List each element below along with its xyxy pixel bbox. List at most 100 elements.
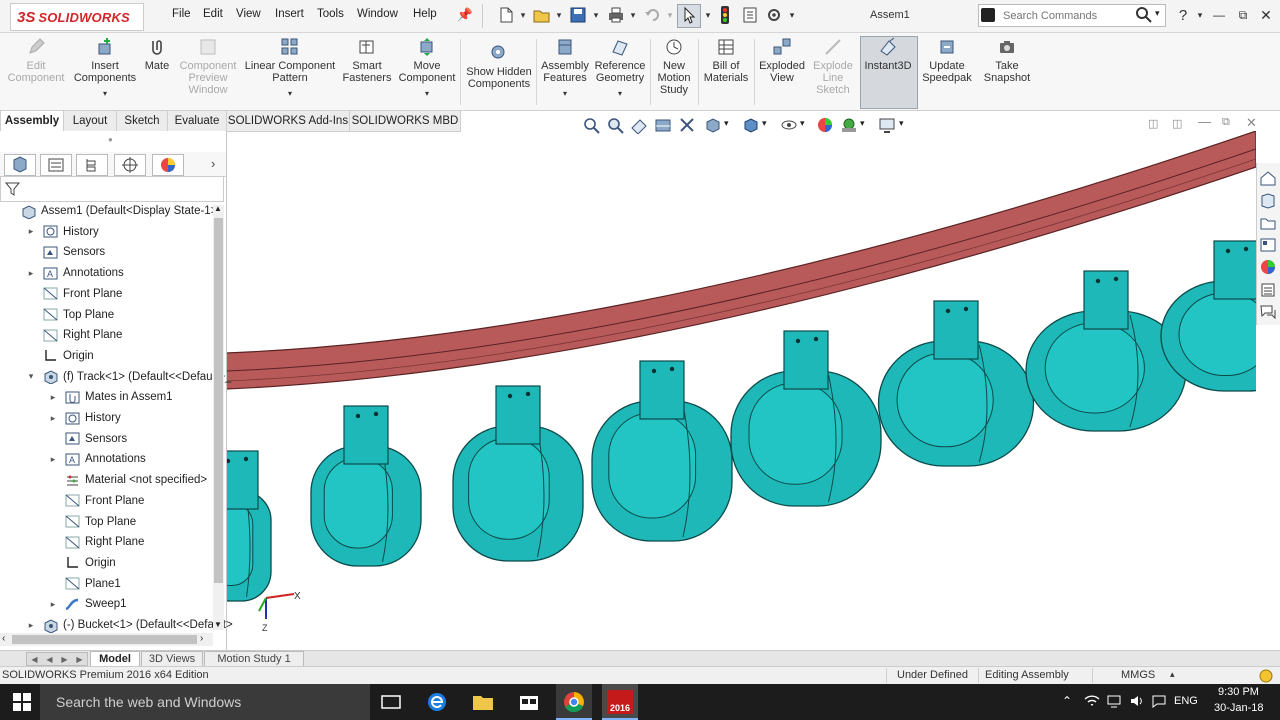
menu-file[interactable]: File (172, 8, 191, 20)
tree-expand-arrow-icon[interactable]: ▸ (48, 599, 58, 610)
select-dropdown-icon[interactable]: ▾ (699, 6, 717, 24)
bucket-part[interactable] (730, 330, 882, 507)
solidworks-logo[interactable]: 3S SOLIDWORKS (10, 3, 144, 31)
volume-icon[interactable] (1129, 693, 1145, 709)
tree-filter-box[interactable] (0, 176, 224, 202)
edit-component-button[interactable]: Edit Component (2, 37, 70, 107)
bucket-part[interactable] (452, 385, 584, 562)
tab-model[interactable]: Model (90, 651, 140, 667)
print-icon[interactable] (606, 6, 626, 24)
tab-solidworks-add-ins[interactable]: SOLIDWORKS Add-Ins (226, 110, 350, 132)
solidworks-resources-home-icon[interactable] (1259, 169, 1277, 187)
instant3d-button[interactable]: Instant3D (860, 37, 916, 107)
file-properties-icon[interactable] (741, 6, 759, 24)
hide-show-dropdown-icon[interactable]: ▾ (800, 118, 805, 129)
tab-evaluate[interactable]: Evaluate (167, 110, 227, 132)
tree-item[interactable]: Front Plane (26, 284, 122, 304)
exploded-view-button[interactable]: Exploded View (756, 37, 808, 107)
graphics-area[interactable]: X Z (226, 131, 1256, 651)
task-view-icon[interactable] (378, 690, 404, 714)
linear-pattern-dropdown-icon[interactable]: ▾ (288, 88, 292, 100)
new-motion-study-button[interactable]: New Motion Study (652, 37, 696, 107)
clock-time[interactable]: 9:30 PM (1218, 686, 1259, 698)
wifi-icon[interactable] (1084, 694, 1100, 708)
property-manager-tab[interactable] (40, 154, 72, 176)
tab-layout[interactable]: Layout (63, 110, 117, 132)
tree-item[interactable]: ▾ (f) Track<1> (Default<<Default>_ (26, 367, 231, 387)
tree-item[interactable]: Top Plane (26, 305, 114, 325)
panel-collapse-handle-icon[interactable]: ● (108, 135, 113, 144)
view-orientation-dropdown-icon[interactable]: ▾ (724, 118, 729, 129)
taskbar-search-box[interactable]: Search the web and Windows (40, 684, 370, 720)
insert-components-dropdown-icon[interactable]: ▾ (103, 88, 107, 100)
scroll-left-arrow-icon[interactable]: ‹ (2, 633, 5, 644)
tree-item[interactable]: ▸ A Annotations (26, 263, 124, 283)
apply-scene-dropdown-icon[interactable]: ▾ (860, 118, 865, 129)
reference-geometry-button[interactable]: Reference Geometry ▾ (592, 37, 648, 107)
tree-expand-arrow-icon[interactable]: ▾ (26, 371, 36, 382)
solidworks-taskbar-icon[interactable]: 2016 (607, 690, 633, 714)
menu-view[interactable]: View (236, 8, 261, 20)
tree-expand-arrow-icon[interactable]: ▸ (26, 226, 36, 237)
open-folder-icon[interactable] (532, 6, 552, 24)
store-icon[interactable] (516, 690, 542, 714)
select-cursor-icon[interactable] (680, 6, 698, 24)
viewport-close-icon[interactable]: ✕ (1246, 115, 1257, 131)
tree-expand-arrow-icon[interactable]: ▸ (48, 413, 58, 424)
input-language[interactable]: ENG (1174, 695, 1198, 707)
viewport-restore-icon[interactable]: ⧉ (1222, 116, 1230, 129)
tree-item[interactable]: Right Plane (48, 532, 144, 552)
explode-line-sketch-button[interactable]: Explode Line Sketch (808, 37, 858, 107)
tab-motion-study-1[interactable]: Motion Study 1 (204, 651, 304, 667)
appearances-scenes-icon[interactable] (1259, 258, 1277, 276)
options-gear-icon[interactable] (765, 6, 783, 24)
clock-date[interactable]: 30-Jan-18 (1214, 702, 1264, 714)
component-preview-window-button[interactable]: Component Preview Window (175, 37, 241, 107)
tab-solidworks-mbd[interactable]: SOLIDWORKS MBD (349, 110, 461, 132)
custom-properties-icon[interactable] (1259, 281, 1277, 299)
tree-expand-arrow-icon[interactable]: ▸ (48, 454, 58, 465)
undo-icon[interactable] (644, 6, 662, 24)
tree-item[interactable]: Origin (26, 346, 94, 366)
restore-icon[interactable]: ⧉ (1232, 6, 1254, 24)
scroll-down-arrow-icon[interactable]: ▼ (214, 620, 222, 629)
options-dropdown-icon[interactable]: ▾ (783, 6, 801, 24)
tree-expand-arrow-icon[interactable]: ▸ (26, 268, 36, 279)
tree-item[interactable]: ▸ Mates in Assem1 (48, 387, 173, 407)
move-component-dropdown-icon[interactable]: ▾ (425, 88, 429, 100)
tree-item[interactable]: Top Plane (48, 512, 136, 532)
tree-item[interactable]: Plane1 (48, 574, 121, 594)
print-dropdown-icon[interactable]: ▾ (624, 6, 642, 24)
tab-scroll-arrows[interactable]: ◀ ◀ ▶ ▶ (26, 652, 88, 666)
tray-expand-icon[interactable]: ⌃ (1062, 694, 1072, 708)
smart-fasteners-button[interactable]: Smart Fasteners (340, 37, 394, 107)
take-snapshot-button[interactable]: Take Snapshot (978, 37, 1036, 107)
new-document-icon[interactable] (497, 6, 515, 24)
reference-geometry-dropdown-icon[interactable]: ▾ (618, 88, 622, 100)
tree-expand-arrow-icon[interactable]: ▸ (26, 620, 36, 631)
bucket-part[interactable] (1025, 270, 1187, 432)
menu-insert[interactable]: Insert (275, 8, 304, 20)
tree-item[interactable]: ▸ (-) Bucket<1> (Default<<Default> (26, 615, 233, 635)
windows-start-icon[interactable] (12, 692, 32, 712)
tab-3d-views[interactable]: 3D Views (141, 651, 203, 667)
display-manager-tab[interactable] (152, 154, 184, 176)
tree-item[interactable]: Assem1 (Default<Display State-1>) (4, 201, 221, 221)
display-style-dropdown-icon[interactable]: ▾ (762, 118, 767, 129)
bucket-part[interactable] (1160, 240, 1256, 392)
search-scope-icon[interactable] (981, 8, 995, 22)
viewport-tile-right-icon[interactable]: ◫ (1172, 117, 1182, 130)
bucket-part[interactable] (877, 300, 1035, 467)
bucket-part[interactable] (310, 405, 422, 567)
tree-item[interactable]: Origin (48, 553, 116, 573)
update-speedpak-button[interactable]: Update Speedpak (918, 37, 976, 107)
save-icon[interactable] (569, 6, 587, 24)
assembly-features-button[interactable]: Assembly Features ▾ (538, 37, 592, 107)
close-icon[interactable]: ✕ (1255, 6, 1277, 24)
search-dropdown-icon[interactable]: ▾ (1155, 8, 1160, 19)
bucket-part[interactable] (226, 450, 272, 602)
menu-window[interactable]: Window (357, 8, 398, 20)
search-commands-box[interactable]: ▾ (978, 4, 1166, 27)
file-explorer-pane-icon[interactable] (1259, 214, 1277, 232)
tree-item[interactable]: ▸ History (48, 408, 121, 428)
